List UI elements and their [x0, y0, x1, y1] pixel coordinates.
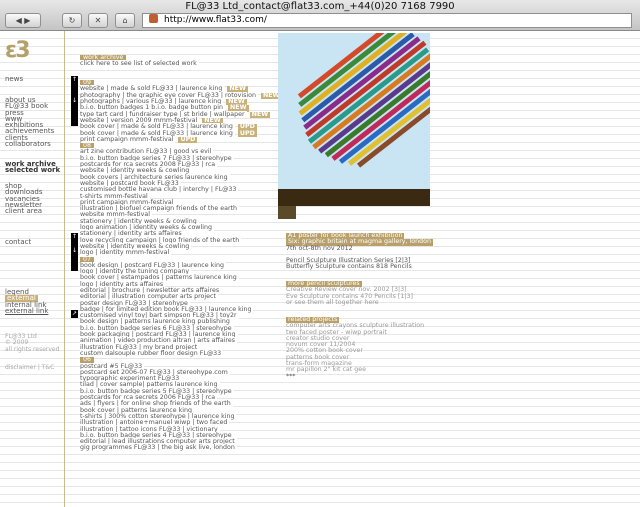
work-archive-subtitle[interactable]: click here to see list of selected work [80, 60, 199, 68]
pencil-sculpture-art [297, 33, 430, 168]
work-list: work archive click here to see list of s… [80, 54, 282, 452]
nav-contact-group: contact [5, 238, 31, 245]
pencil-count: Butterfly Sculpture contains 818 Pencils [286, 263, 412, 271]
new-badge: NEW [249, 110, 271, 118]
nav-shop: shop downloads vacancies newsletter clie… [5, 182, 43, 215]
list-item: gig programmes FL@33 | the big ask live,… [80, 444, 237, 452]
thumbnail-strip[interactable] [278, 189, 430, 206]
nav-item-news[interactable]: news [5, 75, 23, 82]
back-forward-buttons[interactable]: ◀ ▶ [5, 13, 41, 28]
nav-top: news [5, 75, 23, 82]
legend: legend external internal link external l… [5, 288, 49, 315]
nav-about: about us FL@33 book press www exhibition… [5, 96, 54, 147]
window-title: FL@33 Ltd_contact@flat33.com_+44(0)20 71… [185, 1, 455, 12]
nav-work: work archive selected work [5, 160, 60, 174]
reload-icon[interactable]: ↻ [62, 13, 82, 28]
legend-external-link: external link [5, 306, 49, 315]
favicon-icon [149, 14, 158, 23]
nav-item-selected-work[interactable]: selected work [5, 167, 60, 174]
footer-rights: all rights reserved [5, 345, 60, 353]
page-viewport: ε3 news about us FL@33 book press www ex… [0, 31, 640, 507]
upd-badge: UPD [178, 135, 198, 144]
scroll-arrows-icon[interactable]: ↑ ↓ [71, 76, 78, 126]
stop-icon[interactable]: ✕ [88, 13, 108, 28]
footer: FL@33 Ltd © 2009 all rights reserved dis… [5, 333, 60, 371]
scroll-arrows-icon[interactable]: ↑ ↓ [71, 233, 78, 271]
thumbnail-small[interactable] [278, 206, 296, 219]
browser-chrome: FL@33 Ltd_contact@flat33.com_+44(0)20 71… [0, 0, 640, 31]
nav-item-contact[interactable]: contact [5, 238, 31, 245]
column-divider [64, 31, 65, 507]
nav-item-client-area[interactable]: client area [5, 208, 43, 215]
address-bar[interactable]: http://www.flat33.com/ [142, 13, 632, 28]
link-icon: ↗ [71, 310, 78, 318]
nav-item-collaborators[interactable]: collaborators [5, 140, 54, 147]
home-icon[interactable]: ⌂ [115, 13, 135, 28]
site-logo[interactable]: ε3 [5, 40, 31, 62]
related-more[interactable]: *** [286, 373, 426, 380]
related-projects: related projects computer arts crayons s… [286, 316, 426, 380]
more-work-line[interactable]: or see them all together here [286, 299, 426, 306]
url-text: http://www.flat33.com/ [164, 15, 267, 25]
more-work: more pencil sculptures Creative Review c… [286, 280, 426, 306]
featured-poster-image[interactable] [278, 33, 430, 189]
footer-disclaimer-link[interactable]: disclaimer | T&C [5, 364, 59, 371]
upd-badge: UPD [237, 129, 257, 137]
exhibition-info: A1 poster for book launch exhibition Six… [286, 232, 433, 271]
